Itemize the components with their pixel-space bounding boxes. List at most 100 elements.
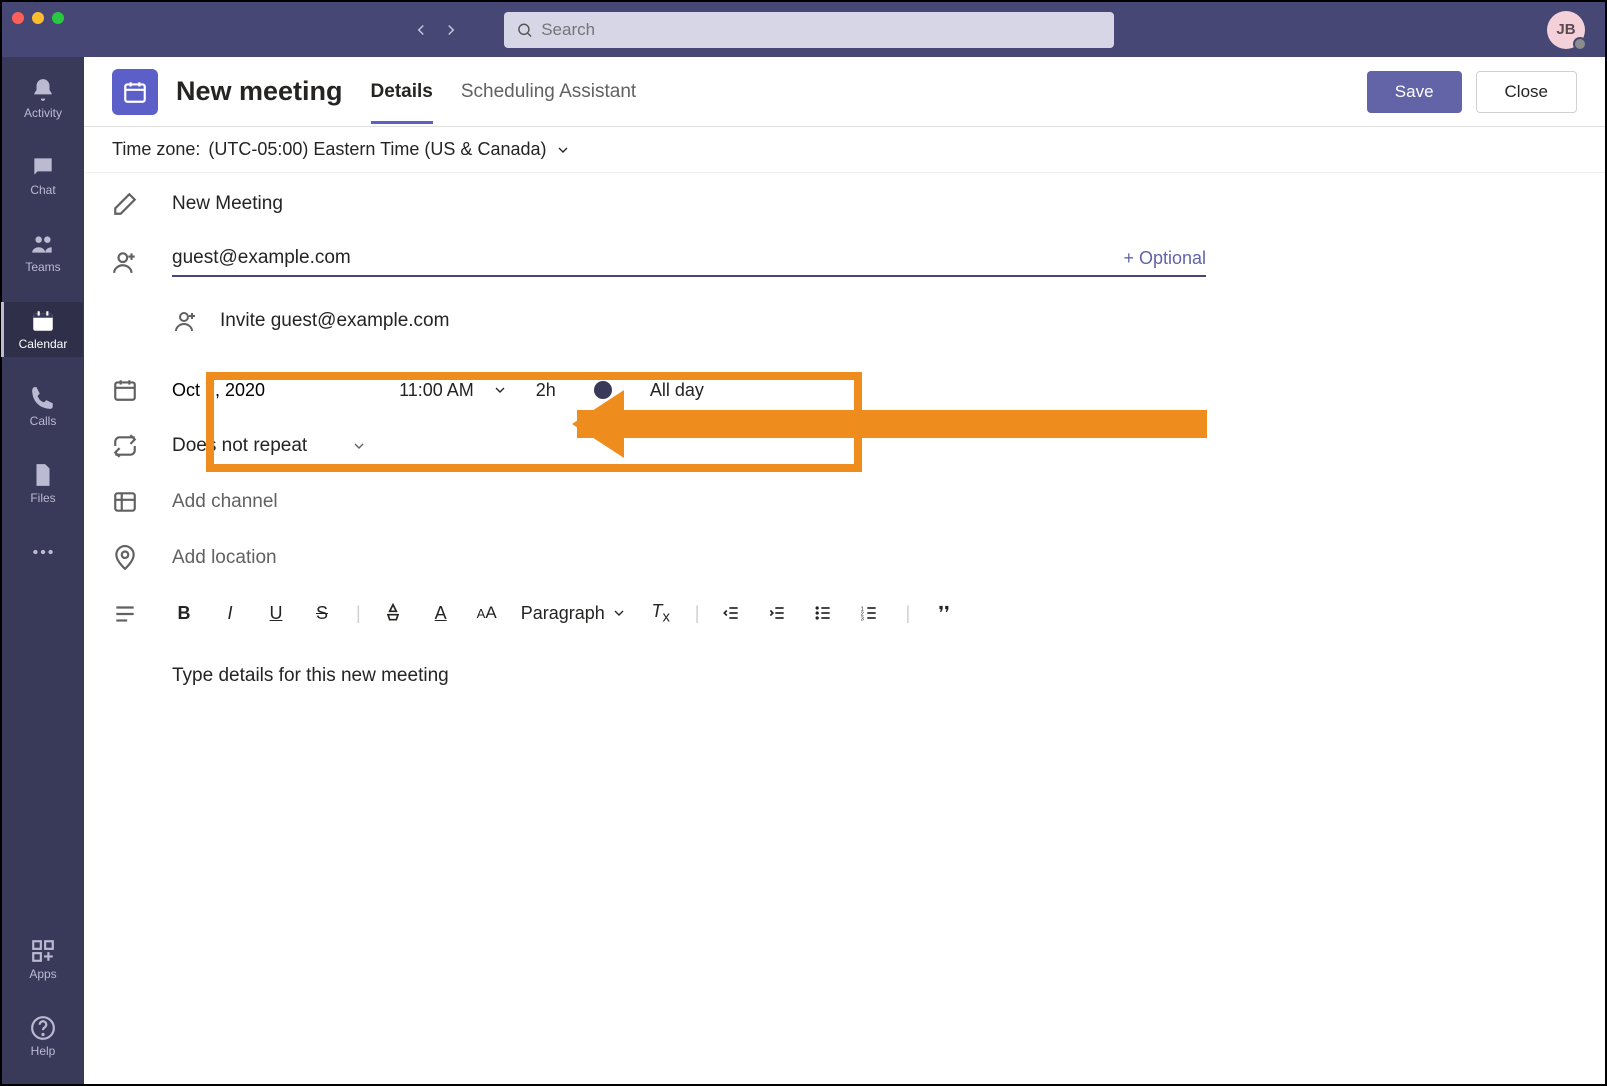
paragraph-label: Paragraph: [521, 603, 605, 624]
repeat-icon: [112, 433, 138, 459]
rail-label: Activity: [24, 106, 62, 120]
rail-label: Chat: [30, 183, 55, 197]
italic-button[interactable]: I: [218, 603, 242, 624]
search-box[interactable]: [504, 12, 1114, 48]
details-icon: [112, 601, 138, 627]
rail-calendar[interactable]: Calendar: [1, 302, 83, 357]
rail-label: Files: [30, 491, 55, 505]
add-person-icon: [112, 249, 138, 275]
chevron-down-icon: [555, 142, 571, 158]
rail-label: Calls: [30, 414, 57, 428]
presence-indicator: [1573, 37, 1587, 51]
phone-icon: [30, 385, 56, 411]
nav-forward-icon[interactable]: [442, 21, 460, 39]
invite-suggestion-item[interactable]: Invite guest@example.com: [164, 301, 459, 341]
optional-attendees-link[interactable]: + Optional: [1123, 248, 1206, 269]
chevron-down-icon: [351, 438, 367, 454]
bullet-list-button[interactable]: [813, 603, 837, 623]
attendee-value: guest@example.com: [172, 247, 351, 269]
toolbar-separator: |: [356, 603, 361, 624]
timezone-row[interactable]: Time zone: (UTC-05:00) Eastern Time (US …: [84, 127, 1605, 173]
location-icon: [112, 545, 138, 571]
page-title: New meeting: [176, 76, 343, 107]
maximize-window-dot[interactable]: [52, 12, 64, 24]
datetime-row: Oct 7, 2020 11:00 AM 2h All day: [112, 377, 1206, 403]
strike-button[interactable]: S: [310, 603, 334, 624]
paragraph-dropdown[interactable]: Paragraph: [521, 603, 627, 624]
window-controls: [12, 12, 64, 24]
chevron-down-icon: [611, 605, 627, 621]
avatar[interactable]: JB: [1547, 11, 1585, 49]
bold-button[interactable]: B: [172, 603, 196, 624]
page-header: New meeting Details Scheduling Assistant…: [84, 57, 1605, 127]
rail-chat[interactable]: Chat: [2, 148, 84, 203]
time-picker[interactable]: 11:00 AM: [399, 380, 474, 401]
tab-details[interactable]: Details: [371, 59, 433, 124]
rail-apps[interactable]: Apps: [2, 932, 84, 987]
apps-icon: [30, 938, 56, 964]
calendar-badge-icon: [112, 69, 158, 115]
rail-activity[interactable]: Activity: [2, 71, 84, 126]
invite-suggestion-dropdown: Invite guest@example.com: [108, 293, 469, 349]
attendee-input[interactable]: guest@example.com + Optional: [172, 247, 1206, 277]
add-person-icon: [174, 309, 198, 333]
titlebar: JB: [2, 2, 1605, 57]
repeat-value: Does not repeat: [172, 435, 307, 457]
text-color-button[interactable]: A: [429, 603, 453, 624]
main-content: New meeting Details Scheduling Assistant…: [84, 57, 1605, 1084]
more-icon: [30, 539, 56, 565]
file-icon: [30, 462, 56, 488]
date-picker[interactable]: Oct 7, 2020: [172, 380, 265, 401]
rail-files[interactable]: Files: [2, 456, 84, 511]
channel-row[interactable]: Add channel: [112, 489, 1206, 515]
allday-toggle[interactable]: [594, 381, 612, 399]
toolbar-separator: |: [695, 603, 700, 624]
calendar-icon: [30, 308, 56, 334]
invite-suggestion-text: Invite guest@example.com: [220, 310, 449, 332]
teams-icon: [30, 231, 56, 257]
pencil-icon: [112, 191, 138, 217]
nav-back-icon[interactable]: [412, 21, 430, 39]
allday-label: All day: [650, 380, 704, 401]
timezone-value: (UTC-05:00) Eastern Time (US & Canada): [208, 139, 546, 160]
tabs: Details Scheduling Assistant: [371, 59, 637, 124]
rail-label: Help: [31, 1044, 56, 1058]
repeat-row[interactable]: Does not repeat: [112, 433, 1206, 459]
search-input[interactable]: [541, 20, 1102, 40]
outdent-button[interactable]: [721, 603, 745, 623]
timezone-label: Time zone:: [112, 139, 200, 160]
help-icon: [30, 1015, 56, 1041]
attendees-row: guest@example.com + Optional: [112, 247, 1206, 277]
save-button[interactable]: Save: [1367, 71, 1462, 113]
underline-button[interactable]: U: [264, 603, 288, 624]
avatar-initials: JB: [1556, 21, 1575, 38]
toolbar-separator: |: [905, 603, 910, 624]
close-button[interactable]: Close: [1476, 71, 1577, 113]
details-textarea[interactable]: Type details for this new meeting: [172, 665, 1206, 687]
minimize-window-dot[interactable]: [32, 12, 44, 24]
quote-button[interactable]: ❜❜: [932, 603, 956, 624]
tab-scheduling[interactable]: Scheduling Assistant: [461, 59, 636, 124]
font-size-button[interactable]: AA: [475, 603, 499, 623]
number-list-button[interactable]: 123: [859, 603, 883, 623]
rail-label: Apps: [29, 967, 56, 981]
chat-icon: [30, 154, 56, 180]
channel-placeholder: Add channel: [172, 491, 278, 513]
duration-value[interactable]: 2h: [536, 380, 556, 401]
title-input[interactable]: New Meeting: [172, 193, 283, 215]
title-row: New Meeting: [112, 191, 1206, 217]
location-row[interactable]: Add location: [112, 545, 1206, 571]
rail-help[interactable]: Help: [2, 1009, 84, 1064]
svg-text:3: 3: [861, 617, 864, 623]
rail-calls[interactable]: Calls: [2, 379, 84, 434]
bell-icon: [30, 77, 56, 103]
rail-more[interactable]: [2, 533, 84, 571]
calendar-icon: [112, 377, 138, 403]
rail-teams[interactable]: Teams: [2, 225, 84, 280]
close-window-dot[interactable]: [12, 12, 24, 24]
clear-format-button[interactable]: Tx: [649, 601, 673, 626]
left-rail: Activity Chat Teams Calendar Calls Files…: [2, 57, 84, 1084]
details-row: B I U S | A AA Paragraph Tx |: [112, 601, 1206, 627]
indent-button[interactable]: [767, 603, 791, 623]
highlight-button[interactable]: [383, 603, 407, 623]
